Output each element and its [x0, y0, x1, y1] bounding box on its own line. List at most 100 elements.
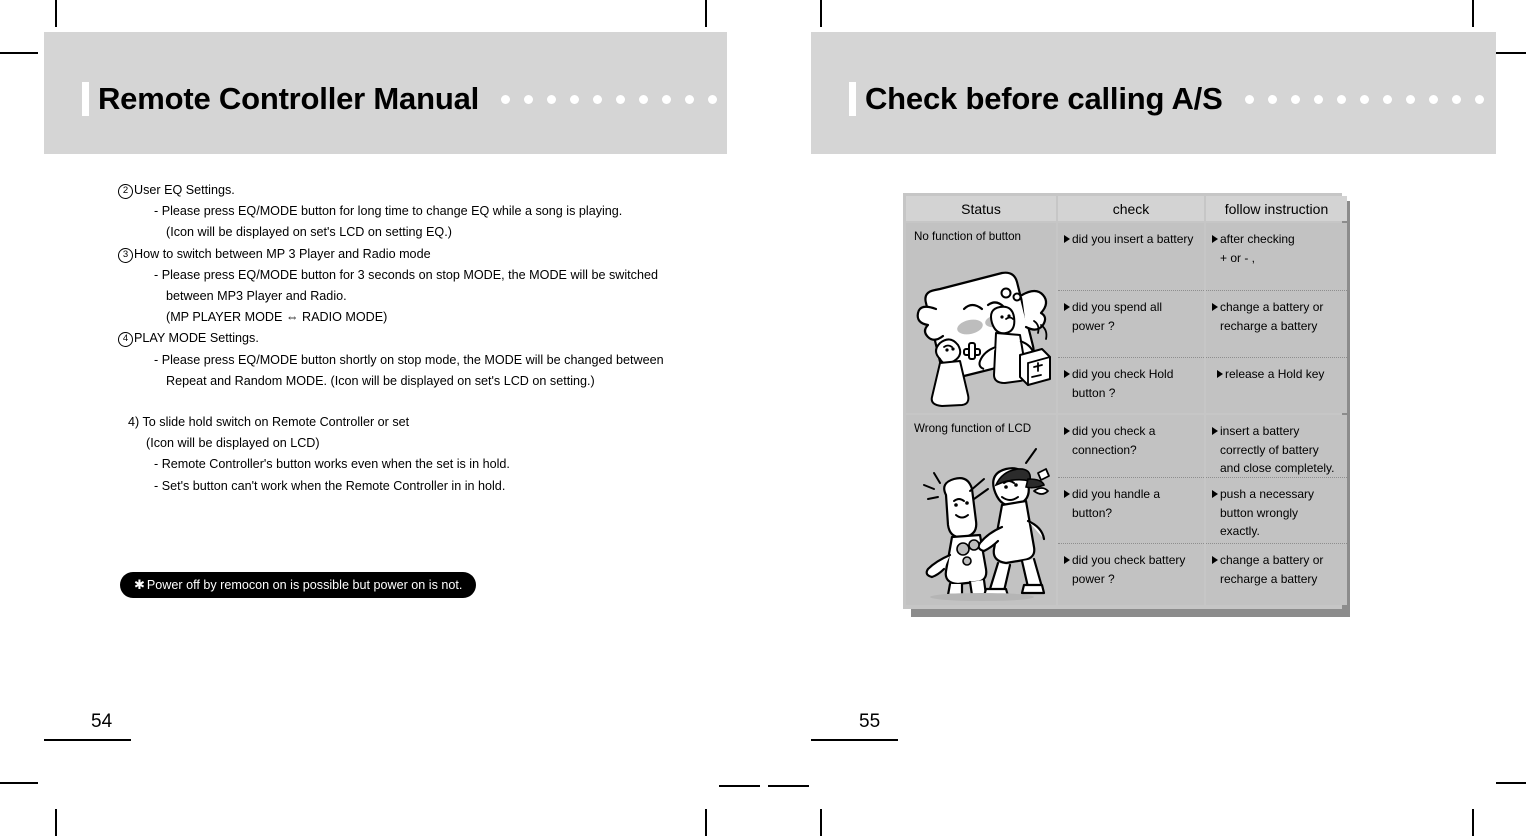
status-label: Wrong function of LCD [914, 422, 1032, 435]
triangle-right-icon [1064, 556, 1070, 564]
dot-icon [524, 94, 534, 104]
instruction-line: (MP PLAYER MODE ⇔ RADIO MODE) [118, 307, 718, 328]
dot-icon [662, 94, 672, 104]
instruction-line: 2 User EQ Settings. [118, 180, 718, 201]
instruction-line: 4) To slide hold switch on Remote Contro… [118, 412, 718, 433]
triangle-right-icon [1064, 370, 1070, 378]
dot-icon [593, 94, 603, 104]
instruction-text: change a battery or recharge a battery [1220, 553, 1324, 586]
triangle-right-icon [1212, 427, 1218, 435]
left-page-header-inner: Remote Controller Manual [82, 82, 777, 116]
instruction-line-text: Repeat and Random MODE. (Icon will be di… [166, 373, 595, 388]
instruction-cell: after checking + or - , [1206, 223, 1347, 290]
dot-icon [1497, 94, 1507, 104]
instruction-line-text: (Icon will be displayed on LCD) [146, 436, 320, 451]
instruction-column-group-2: insert a battery correctly of battery an… [1206, 415, 1347, 605]
instruction-column-group-1: after checking + or - , change a battery… [1206, 223, 1347, 413]
page-title: Check before calling A/S [865, 81, 1223, 116]
instruction-text: push a necessary button wrongly exactly. [1220, 487, 1315, 538]
table-row: No function of button did you insert a b… [906, 223, 1347, 413]
instruction-cell: insert a battery correctly of battery an… [1206, 415, 1347, 477]
dot-icon [1290, 94, 1300, 104]
dot-icon [639, 94, 649, 104]
triangle-right-icon [1064, 235, 1070, 243]
check-text: did you check a connection? [1072, 424, 1156, 457]
check-column-group-1: did you insert a battery did you spend a… [1058, 223, 1204, 413]
dot-icon [1359, 94, 1369, 104]
dot-icon [570, 94, 580, 104]
dot-icon [1313, 94, 1323, 104]
circled-number-icon: 4 [118, 332, 133, 348]
triangle-right-icon [1212, 303, 1218, 311]
instruction-cell: push a necessary button wrongly exactly. [1206, 477, 1347, 543]
troubleshooting-table: Status check follow instruction No funct… [903, 193, 1347, 609]
right-page-header-inner: Check before calling A/S [849, 82, 1526, 116]
dot-icon [501, 94, 511, 104]
table-header-row: Status check follow instruction [903, 193, 1347, 221]
status-cell-no-function-of-button: No function of button [906, 223, 1056, 413]
instruction-cell: change a battery or recharge a battery [1206, 290, 1347, 357]
triangle-right-icon [1064, 303, 1070, 311]
instruction-text-block: 2 User EQ Settings. - Please press EQ/MODE… [118, 180, 718, 497]
remote-controller-characters-illustration [910, 251, 1052, 409]
dot-icon [685, 94, 695, 104]
instruction-line: - Set's button can't work when the Remot… [118, 476, 718, 497]
right-page-header-band: Check before calling A/S [811, 32, 1526, 154]
dot-icon [1474, 94, 1484, 104]
table-column-header-check: check [1058, 196, 1204, 221]
dot-icon [1267, 94, 1277, 104]
instruction-line: - Please press EQ/MODE button shortly on… [118, 350, 718, 371]
check-text: did you handle a button? [1072, 487, 1161, 520]
instruction-text: release a Hold key [1225, 367, 1325, 381]
instruction-line: (Icon will be displayed on set's LCD on … [118, 222, 718, 243]
triangle-right-icon [1217, 370, 1223, 378]
instruction-text: insert a battery correctly of battery an… [1220, 424, 1335, 475]
table-column-header-follow-instruction: follow instruction [1206, 196, 1347, 221]
triangle-right-icon [1064, 490, 1070, 498]
circled-number-icon: 3 [118, 247, 133, 263]
instruction-line-text: - Please press EQ/MODE button for long t… [154, 204, 623, 219]
dot-icon [1520, 94, 1526, 104]
check-cell: did you insert a battery [1058, 223, 1204, 290]
note-pill-text: Power off by remocon on is possible but … [146, 578, 463, 592]
dot-icon [1244, 94, 1254, 104]
instruction-line: Repeat and Random MODE. (Icon will be di… [118, 371, 718, 392]
table-column-header-status: Status [906, 196, 1056, 221]
status-label: No function of button [914, 230, 1021, 243]
status-cell-wrong-function-of-lcd: Wrong function of LCD [906, 415, 1056, 605]
dot-icon [547, 94, 557, 104]
dot-icon [731, 94, 741, 104]
table-body: No function of button did you insert a b… [903, 221, 1347, 609]
instruction-line: between MP3 Player and Radio. [118, 286, 718, 307]
triangle-right-icon [1064, 427, 1070, 435]
check-text: did you spend all power ? [1072, 300, 1163, 333]
instruction-line-text: - Please press EQ/MODE button for 3 seco… [154, 267, 658, 282]
header-dots-decoration [501, 94, 777, 104]
check-cell: did you spend all power ? [1058, 290, 1204, 357]
angry-characters-illustration [910, 443, 1052, 601]
instruction-line-text: (Icon will be displayed on set's LCD on … [166, 225, 452, 240]
note-pill: ✱ Power off by remocon on is possible bu… [120, 572, 477, 598]
header-dots-decoration [1244, 94, 1526, 104]
triangle-right-icon [1212, 490, 1218, 498]
dot-icon [754, 94, 764, 104]
instruction-text: after checking + or - , [1220, 232, 1295, 265]
instruction-line-text: - Set's button can't work when the Remot… [154, 478, 506, 493]
table-row: Wrong function of LCD did you check a co… [906, 415, 1347, 605]
troubleshooting-table-wrapper: Status check follow instruction No funct… [903, 193, 1350, 617]
instruction-line: - Please press EQ/MODE button for long t… [118, 201, 718, 222]
check-cell: did you check a connection? [1058, 415, 1204, 477]
page-number: 54 [91, 711, 113, 732]
header-tick-icon [82, 82, 89, 116]
check-text: did you check battery power ? [1072, 553, 1186, 586]
instruction-cell: release a Hold key [1206, 357, 1347, 413]
dot-icon [708, 94, 718, 104]
check-cell: did you check Hold button ? [1058, 357, 1204, 413]
instruction-line: 4 PLAY MODE Settings. [118, 328, 718, 349]
instruction-line: (Icon will be displayed on LCD) [118, 433, 718, 454]
dot-icon [1405, 94, 1415, 104]
instruction-line-text: How to switch between MP 3 Player and Ra… [134, 246, 431, 261]
instruction-line: - Please press EQ/MODE button for 3 seco… [118, 265, 718, 286]
instruction-line-text: User EQ Settings. [134, 183, 235, 197]
